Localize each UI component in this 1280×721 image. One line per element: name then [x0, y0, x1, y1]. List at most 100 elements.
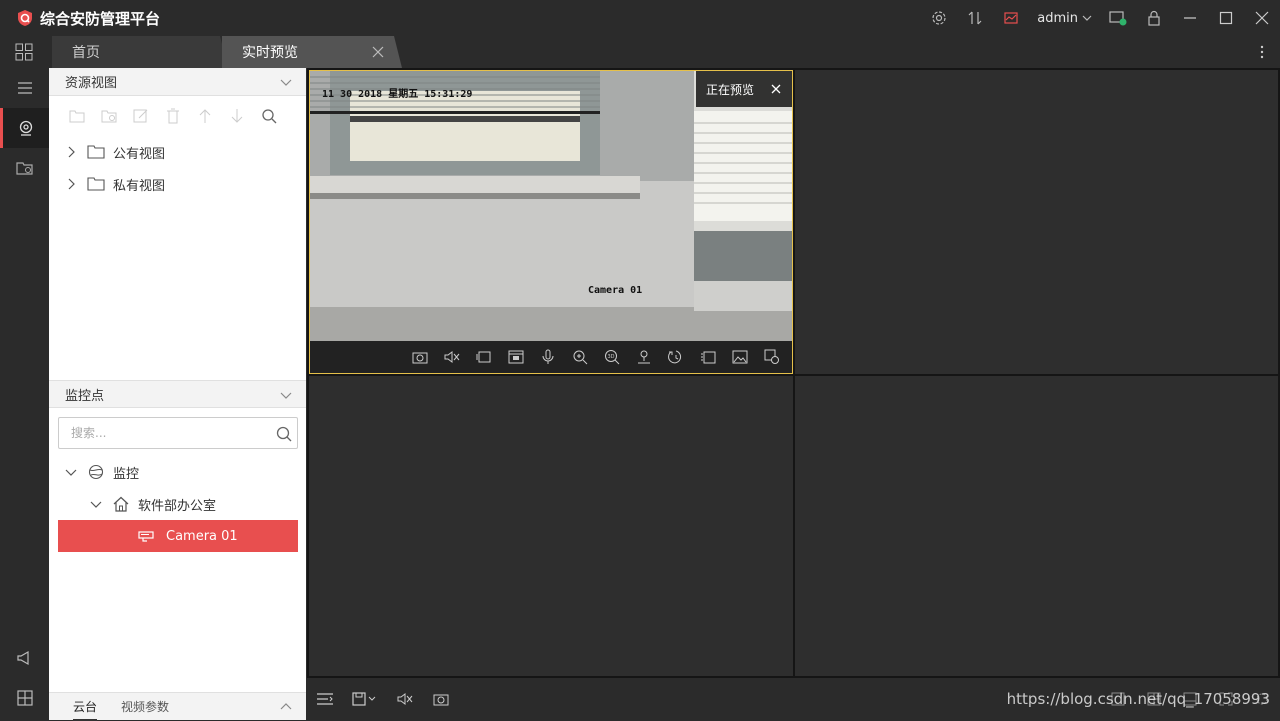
close-tab-icon[interactable] [370, 44, 386, 60]
title-bar: 综合安防管理平台 admin [0, 0, 1280, 36]
resource-view-title: 资源视图 [65, 76, 118, 91]
alarm-monitor-icon[interactable] [993, 0, 1029, 36]
tree-item-label: 软件部办公室 [138, 498, 217, 514]
window-icon[interactable] [468, 341, 500, 373]
playback-folder-icon[interactable] [0, 148, 49, 188]
folder-icon [87, 145, 105, 159]
camera-icon [138, 531, 154, 542]
app-grid-icon[interactable] [0, 36, 48, 68]
move-down-icon[interactable] [221, 106, 253, 126]
video-cell-3[interactable] [309, 376, 793, 676]
chevron-down-icon[interactable] [280, 389, 292, 401]
3d-zoom-icon[interactable]: 3D [596, 341, 628, 373]
lock-icon[interactable] [1136, 0, 1172, 36]
move-up-icon[interactable] [189, 106, 221, 126]
transfer-icon[interactable] [957, 0, 993, 36]
broadcast-icon[interactable] [0, 638, 49, 678]
tab-label: 首页 [72, 45, 100, 61]
stream-icon[interactable] [692, 341, 724, 373]
tab-bar: 首页 实时预览 [0, 36, 1280, 68]
menu-icon[interactable] [0, 68, 49, 108]
home-icon [113, 496, 129, 512]
tree-item-monitor[interactable]: 监控 [49, 456, 306, 488]
video-cell-1[interactable]: 11 30 2018 星期五 15:31:29 Camera 01 正在预览 3… [309, 70, 793, 374]
resource-toolbar [61, 106, 285, 126]
chevron-down-icon[interactable] [65, 466, 77, 478]
watermark-text: https://blog.csdn.net/qq_17058993 [1006, 690, 1270, 708]
save-dropdown[interactable] [343, 678, 387, 720]
microphone-icon[interactable] [532, 341, 564, 373]
view-list-icon[interactable] [307, 678, 343, 720]
video-grid: 11 30 2018 星期五 15:31:29 Camera 01 正在预览 3… [307, 68, 1280, 678]
add-folder-icon[interactable] [61, 106, 93, 126]
snapshot-icon[interactable] [404, 341, 436, 373]
live-video-feed[interactable]: 11 30 2018 星期五 15:31:29 Camera 01 正在预览 [310, 71, 792, 341]
tree-item-label: 私有视图 [113, 178, 166, 194]
chevron-right-icon[interactable] [65, 146, 77, 158]
tab-label: 实时预览 [242, 45, 298, 61]
tab-ptz[interactable]: 云台 [73, 693, 98, 721]
globe-icon [88, 464, 104, 480]
maximize-icon[interactable] [1208, 0, 1244, 36]
monitor-points-title: 监控点 [65, 388, 105, 404]
osd-camera-name: Camera 01 [588, 285, 643, 296]
record-icon[interactable] [500, 341, 532, 373]
video-cell-4[interactable] [795, 376, 1278, 676]
tab-home[interactable]: 首页 [52, 36, 228, 68]
tree-item-private-view[interactable]: 私有视图 [49, 168, 306, 200]
delete-icon[interactable] [157, 106, 189, 126]
chevron-right-icon[interactable] [65, 178, 77, 190]
layout-grid-icon[interactable] [0, 678, 49, 718]
osd-timestamp: 11 30 2018 星期五 15:31:29 [322, 89, 473, 100]
edit-icon[interactable] [125, 106, 157, 126]
video-cell-2[interactable] [795, 70, 1278, 374]
preview-status-badge: 正在预览 [696, 71, 792, 107]
chevron-up-icon[interactable] [280, 701, 292, 713]
resource-view-header[interactable]: 资源视图 [49, 68, 306, 96]
tree-item-camera-01[interactable]: Camera 01 [58, 520, 298, 552]
video-toolbar: 3D [310, 341, 792, 373]
mute-icon[interactable] [436, 341, 468, 373]
add-resource-icon[interactable] [93, 106, 125, 126]
capture-all-icon[interactable] [423, 678, 459, 720]
tree-item-software-office[interactable]: 软件部办公室 [49, 488, 306, 520]
tree-item-label: 监控 [113, 466, 140, 482]
chevron-down-icon[interactable] [280, 76, 292, 88]
search-input[interactable] [71, 426, 261, 440]
more-settings-icon[interactable] [756, 341, 788, 373]
chevron-down-icon [1082, 15, 1092, 21]
app-title: 综合安防管理平台 [40, 9, 161, 28]
tree-item-label: 公有视图 [113, 146, 166, 162]
bottom-tabs: 云台 视频参数 [49, 692, 306, 721]
image-icon[interactable] [724, 341, 756, 373]
zoom-in-icon[interactable] [564, 341, 596, 373]
live-preview-nav-icon[interactable] [0, 108, 49, 148]
ptz-icon[interactable] [628, 341, 660, 373]
left-nav [0, 68, 49, 720]
search-icon[interactable] [275, 425, 293, 443]
resource-panel: 资源视图 公有视图 私有视图 监控点 监控 软件部办公室 [49, 68, 306, 721]
search-box [58, 417, 298, 449]
more-vertical-icon[interactable] [1254, 44, 1270, 60]
tree-item-label: Camera 01 [166, 528, 238, 544]
svg-text:3D: 3D [608, 354, 615, 360]
camera-image [310, 71, 792, 341]
tab-video-params[interactable]: 视频参数 [121, 693, 169, 721]
preview-status-text: 正在预览 [706, 82, 755, 97]
playback-icon[interactable] [660, 341, 692, 373]
folder-icon [87, 177, 105, 191]
search-icon[interactable] [253, 106, 285, 126]
mute-all-icon[interactable] [387, 678, 423, 720]
chevron-down-icon[interactable] [90, 498, 102, 510]
bottom-toolbar: https://blog.csdn.net/qq_17058993 [307, 678, 1280, 720]
user-name: admin [1037, 10, 1078, 26]
close-preview-icon[interactable] [770, 83, 782, 95]
tab-live-preview[interactable]: 实时预览 [222, 36, 402, 68]
user-menu[interactable]: admin [1037, 11, 1092, 26]
settings-icon[interactable] [921, 0, 957, 36]
monitor-points-header[interactable]: 监控点 [49, 380, 306, 408]
close-window-icon[interactable] [1244, 0, 1280, 36]
tree-item-public-view[interactable]: 公有视图 [49, 136, 306, 168]
minimize-icon[interactable] [1172, 0, 1208, 36]
status-monitor-icon[interactable] [1100, 0, 1136, 36]
